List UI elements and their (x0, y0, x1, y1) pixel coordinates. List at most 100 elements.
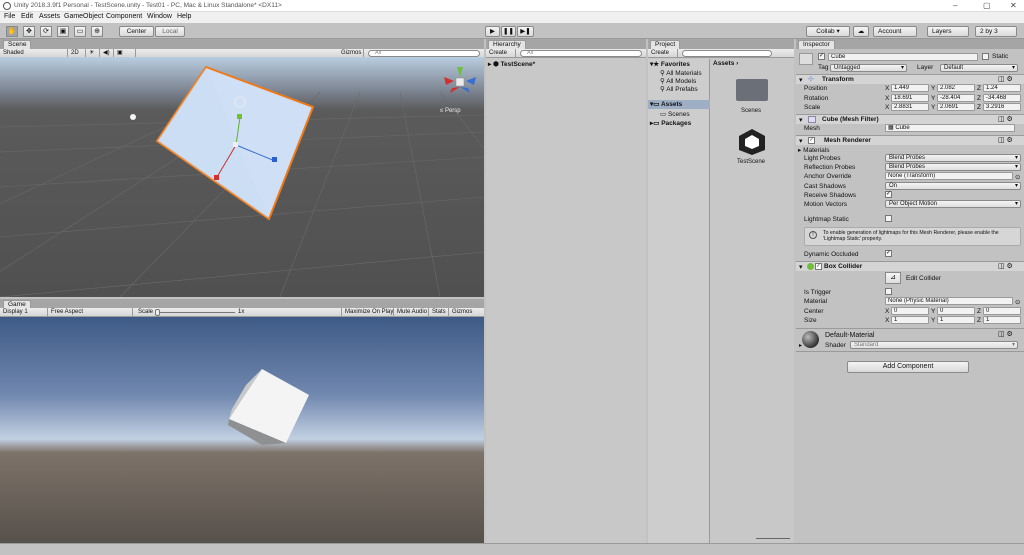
maximize-icon[interactable]: ▢ (983, 1, 991, 10)
collab-button[interactable]: Collab ▾ (806, 26, 850, 37)
favorites-item[interactable]: ▾★ Favorites (650, 60, 690, 68)
position-x-field[interactable]: 1.449 (891, 84, 929, 92)
active-checkbox[interactable]: ✓ (818, 53, 825, 60)
material-name[interactable]: Default-Material (825, 332, 874, 339)
grid-item-scenes[interactable]: Scenes (741, 108, 761, 114)
aspect-dropdown[interactable]: Free Aspect (48, 308, 133, 317)
tag-dropdown[interactable]: Untagged (830, 64, 907, 72)
project-breadcrumb[interactable]: Assets › (713, 60, 738, 67)
component-menu-icon[interactable]: ◫ ⚙ (998, 262, 1013, 270)
menu-component[interactable]: Component (106, 13, 142, 20)
packages-folder-item[interactable]: ▸▭ Packages (650, 119, 691, 127)
step-button[interactable]: ▶❚ (517, 26, 534, 37)
stats-toggle[interactable]: Stats (429, 308, 449, 317)
unity-scene-icon[interactable] (736, 127, 768, 157)
edit-collider-button[interactable]: ⊿ (885, 272, 901, 284)
static-checkbox[interactable] (982, 53, 989, 60)
scene-search-input[interactable]: All (368, 50, 480, 57)
center-x-field[interactable]: 0 (891, 307, 929, 315)
foldout-arrow-icon[interactable]: ▸ (799, 342, 802, 349)
menu-file[interactable]: File (4, 13, 15, 20)
assets-folder-item[interactable]: ▾▭ Assets (648, 100, 710, 109)
component-menu-icon[interactable]: ◫ ⚙ (998, 115, 1013, 123)
hierarchy-search-input[interactable]: All (520, 50, 642, 57)
layer-dropdown[interactable]: Default (940, 64, 1018, 72)
rect-tool-icon[interactable]: ▭ (74, 26, 86, 37)
space-local-button[interactable]: Local (155, 26, 185, 37)
folder-icon[interactable] (736, 79, 768, 101)
materials-foldout[interactable]: ▸ Materials (798, 146, 829, 154)
menu-help[interactable]: Help (177, 13, 191, 20)
box-collider-header[interactable]: ▾ ✓ Box Collider ◫ ⚙ (796, 261, 1024, 271)
tab-scene[interactable]: Scene (3, 40, 32, 49)
scenes-folder-item[interactable]: ▭ Scenes (660, 110, 690, 118)
rotation-z-field[interactable]: -34.468 (983, 94, 1021, 102)
shader-dropdown[interactable]: Standard (850, 341, 1018, 349)
icon-size-slider[interactable] (756, 538, 790, 539)
anchor-override-field[interactable]: None (Transform) (885, 172, 1013, 180)
scene-root-item[interactable]: ▸ ⬢ TestScene* (488, 60, 535, 68)
size-x-field[interactable]: 1 (891, 316, 929, 324)
close-icon[interactable]: ✕ (1010, 1, 1017, 10)
persp-label[interactable]: ≤ Persp (440, 108, 461, 114)
object-picker-icon[interactable]: ⊙ (1015, 298, 1020, 306)
scale-tool-icon[interactable]: ▣ (57, 26, 69, 37)
is-trigger-checkbox[interactable] (885, 288, 892, 295)
transform-header[interactable]: ▾ ⊹ Transform ◫ ⚙ (796, 74, 1024, 84)
game-viewport[interactable] (0, 317, 484, 543)
hierarchy-create-button[interactable]: Create (486, 49, 516, 58)
layout-button[interactable]: 2 by 3 (975, 26, 1017, 37)
fav-all-models[interactable]: ⚲ All Models (660, 77, 696, 85)
scale-x-field[interactable]: 2.8831 (891, 103, 929, 111)
fav-all-prefabs[interactable]: ⚲ All Prefabs (660, 85, 698, 93)
layers-button[interactable]: Layers (927, 26, 969, 37)
pivot-center-button[interactable]: Center (119, 26, 154, 37)
rotation-y-field[interactable]: -28.404 (937, 94, 975, 102)
enabled-checkbox[interactable]: ✓ (808, 137, 815, 144)
size-y-field[interactable]: 1 (937, 316, 975, 324)
lightmap-static-checkbox[interactable] (885, 215, 892, 222)
orientation-gizmo-icon[interactable] (440, 63, 480, 103)
menu-edit[interactable]: Edit (21, 13, 33, 20)
scale-slider-handle[interactable] (155, 309, 160, 316)
reflection-probes-dropdown[interactable]: Blend Probes (885, 163, 1021, 171)
mesh-renderer-header[interactable]: ▾ ✓ Mesh Renderer ◫ ⚙ (796, 135, 1024, 145)
rotation-x-field[interactable]: 18.691 (891, 94, 929, 102)
tab-project[interactable]: Project (650, 40, 681, 49)
play-button[interactable]: ▶ (485, 26, 500, 37)
component-menu-icon[interactable]: ◫ ⚙ (998, 136, 1013, 144)
game-gizmos-dropdown[interactable]: Gizmos (449, 308, 484, 317)
enabled-checkbox[interactable]: ✓ (815, 263, 822, 270)
center-z-field[interactable]: 0 (983, 307, 1021, 315)
hand-tool-icon[interactable]: ✋ (6, 26, 18, 37)
component-menu-icon[interactable]: ◫ ⚙ (998, 75, 1013, 83)
move-tool-icon[interactable]: ✥ (23, 26, 35, 37)
menu-window[interactable]: Window (147, 13, 172, 20)
menu-gameobject[interactable]: GameObject (64, 13, 103, 20)
maximize-on-play-toggle[interactable]: Maximize On Play (341, 308, 394, 317)
rotate-tool-icon[interactable]: ⟳ (40, 26, 52, 37)
add-component-button[interactable]: Add Component (847, 361, 969, 373)
grid-item-testscene[interactable]: TestScene (737, 159, 765, 165)
component-menu-icon[interactable]: ◫ ⚙ (998, 330, 1013, 338)
position-y-field[interactable]: 2.082 (937, 84, 975, 92)
mute-audio-toggle[interactable]: Mute Audio (394, 308, 429, 317)
center-y-field[interactable]: 0 (937, 307, 975, 315)
scale-z-field[interactable]: 3.2916 (983, 103, 1021, 111)
scale-slider[interactable] (157, 312, 235, 313)
object-name-input[interactable]: Cube (828, 53, 978, 61)
position-z-field[interactable]: 1.24 (983, 84, 1021, 92)
tab-inspector[interactable]: Inspector (798, 40, 835, 49)
display-dropdown[interactable]: Display 1 (0, 308, 48, 317)
receive-shadows-checkbox[interactable]: ✓ (885, 191, 892, 198)
scale-y-field[interactable]: 2.0691 (937, 103, 975, 111)
cloud-icon[interactable]: ☁ (853, 26, 869, 37)
selected-cube[interactable] (0, 57, 484, 297)
object-picker-icon[interactable]: ⊙ (1015, 173, 1020, 181)
minimize-icon[interactable]: – (953, 1, 957, 10)
light-probes-dropdown[interactable]: Blend Probes (885, 154, 1021, 162)
cast-shadows-dropdown[interactable]: On (885, 182, 1021, 190)
motion-vectors-dropdown[interactable]: Per Object Motion (885, 200, 1021, 208)
tab-hierarchy[interactable]: Hierarchy (488, 40, 526, 49)
transform-tool-icon[interactable]: ⊕ (91, 26, 103, 37)
